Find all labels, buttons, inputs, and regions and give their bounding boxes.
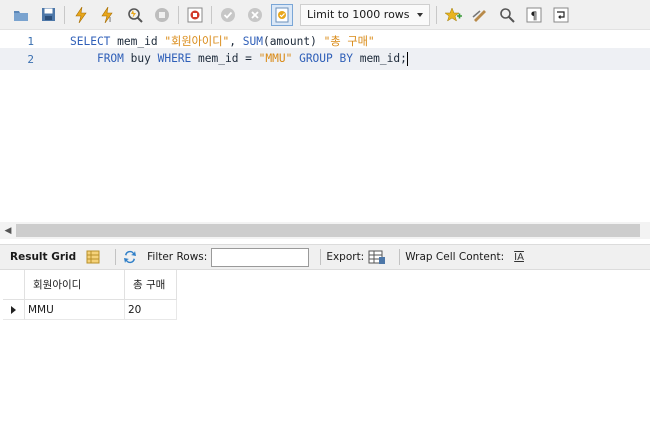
- editor-line-current[interactable]: 2 FROM buy WHERE mem_id = "MMU" GROUP BY…: [0, 48, 650, 70]
- column-amount: (amount): [262, 35, 324, 48]
- comma: ,: [229, 35, 243, 48]
- sql-editor-toolbar: I Limit to 1000 rows ¶: [0, 0, 650, 30]
- code-text: FROM buy WHERE mem_id = "MMU" GROUP BY m…: [70, 52, 408, 66]
- toolbar-separator: [115, 249, 117, 265]
- keyword-select: SELECT: [70, 35, 111, 48]
- save-icon[interactable]: [37, 4, 59, 26]
- commit-icon[interactable]: [217, 4, 239, 26]
- refresh-icon[interactable]: [121, 248, 139, 266]
- column-header-total-purchase[interactable]: 총 구매: [125, 270, 177, 300]
- toolbar-separator: [64, 5, 65, 24]
- column-mem-id: mem_id: [110, 35, 165, 48]
- alias-member-id: "회원아이디": [164, 35, 230, 48]
- svg-text:¶: ¶: [531, 9, 538, 22]
- string-mmu: "MMU": [258, 52, 293, 65]
- wrap-icon[interactable]: [550, 4, 572, 26]
- open-folder-icon[interactable]: [10, 4, 32, 26]
- beautify-icon[interactable]: [469, 4, 491, 26]
- toggle-continue-icon[interactable]: [184, 4, 206, 26]
- row-selector[interactable]: [3, 300, 25, 320]
- code-text: SELECT mem_id "회원아이디", SUM(amount) "총 구매…: [70, 33, 375, 49]
- export-icon[interactable]: [368, 248, 386, 266]
- toolbar-separator: [211, 5, 212, 24]
- line-number: 1: [27, 34, 34, 48]
- scroll-left-icon[interactable]: ◀: [0, 222, 16, 239]
- row-header-corner: [3, 270, 25, 300]
- text-cursor: [406, 52, 408, 66]
- alias-total-purchase: "총 구매": [323, 35, 375, 48]
- result-grid-tab[interactable]: Result Grid: [10, 251, 76, 263]
- toolbar-separator: [436, 5, 437, 24]
- limit-rows-value: Limit to 1000 rows: [307, 8, 410, 21]
- svg-text:I: I: [109, 16, 111, 23]
- keyword-group-by: GROUP BY: [299, 52, 353, 65]
- cell-total-purchase[interactable]: 20: [125, 300, 177, 320]
- table-buy: buy: [123, 52, 158, 65]
- invisible-chars-icon[interactable]: ¶: [523, 4, 545, 26]
- chevron-down-icon: [417, 12, 423, 17]
- execute-icon[interactable]: [70, 4, 92, 26]
- stop-icon[interactable]: [151, 4, 173, 26]
- editor-horizontal-scrollbar[interactable]: ◀: [0, 222, 650, 239]
- filter-rows-label: Filter Rows:: [147, 251, 208, 263]
- export-label: Export:: [326, 251, 365, 263]
- column-header-member-id[interactable]: 회원아이디: [25, 270, 125, 300]
- current-row-icon: [11, 305, 16, 314]
- find-icon[interactable]: [496, 4, 518, 26]
- filter-rows-input[interactable]: [211, 247, 310, 267]
- toolbar-separator: [399, 249, 401, 265]
- line-number: 2: [27, 52, 34, 66]
- table-row[interactable]: MMU 20: [3, 300, 177, 320]
- sql-editor[interactable]: 1 SELECT mem_id "회원아이디", SUM(amount) "총 …: [0, 30, 650, 222]
- toolbar-separator: [320, 249, 322, 265]
- function-sum: SUM: [242, 35, 263, 48]
- wrap-cell-content-icon[interactable]: IA: [514, 252, 524, 263]
- grid-view-icon[interactable]: [84, 248, 102, 266]
- grid-header-row: 회원아이디 총 구매: [3, 270, 177, 300]
- keyword-where: WHERE: [157, 52, 192, 65]
- result-grid: 회원아이디 총 구매 MMU 20: [3, 270, 177, 320]
- limit-rows-select[interactable]: Limit to 1000 rows: [300, 3, 430, 26]
- explain-icon[interactable]: [124, 4, 146, 26]
- group-column-mem-id: mem_id;: [352, 52, 407, 65]
- autocommit-icon[interactable]: [271, 3, 293, 26]
- cell-member-id[interactable]: MMU: [25, 300, 125, 320]
- rollback-icon[interactable]: [244, 4, 266, 26]
- toolbar-separator: [178, 5, 179, 24]
- scrollbar-thumb[interactable]: [16, 224, 640, 237]
- execute-current-icon[interactable]: I: [97, 4, 119, 26]
- result-toolbar: Result Grid Filter Rows: Export: Wrap Ce…: [0, 244, 650, 270]
- condition-mem-id: mem_id =: [191, 52, 259, 65]
- keyword-from: FROM: [96, 52, 124, 65]
- wrap-cell-content-label: Wrap Cell Content:: [405, 251, 505, 263]
- bookmark-icon[interactable]: [442, 4, 464, 26]
